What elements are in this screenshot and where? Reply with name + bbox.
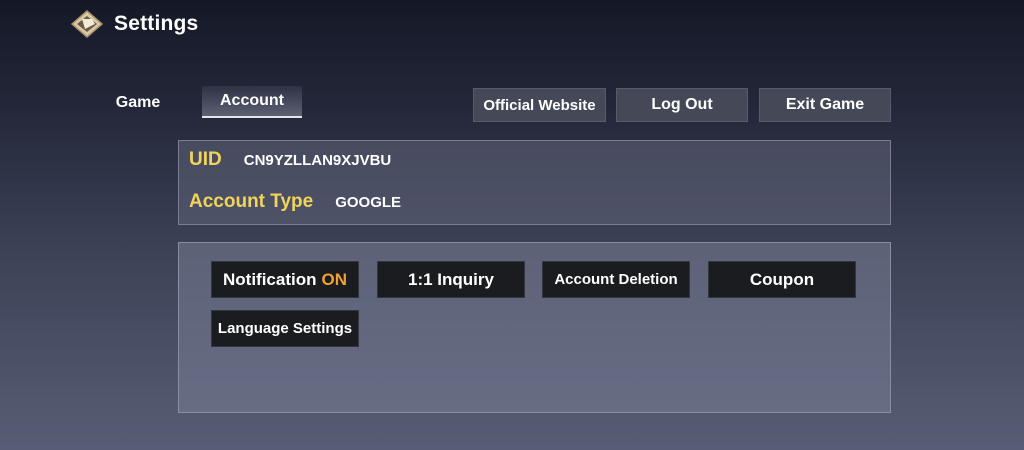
inquiry-button[interactable]: 1:1 Inquiry: [377, 261, 525, 298]
log-out-button[interactable]: Log Out: [616, 88, 748, 122]
page-header: Settings: [70, 8, 198, 40]
official-website-button[interactable]: Official Website: [473, 88, 606, 122]
exit-game-button[interactable]: Exit Game: [759, 88, 891, 122]
uid-value: CN9YZLLAN9XJVBU: [243, 152, 392, 169]
account-type-row: Account Type GOOGLE: [189, 191, 401, 213]
account-options-panel: Notification ON 1:1 Inquiry Account Dele…: [178, 242, 891, 413]
account-type-label: Account Type: [189, 191, 314, 212]
notification-label: Notification: [223, 269, 317, 289]
account-type-value: GOOGLE: [335, 194, 402, 211]
account-deletion-button[interactable]: Account Deletion: [542, 261, 690, 298]
account-info-panel: UID CN9YZLLAN9XJVBU Account Type GOOGLE: [178, 140, 891, 225]
uid-row: UID CN9YZLLAN9XJVBU: [189, 149, 391, 171]
page-title: Settings: [114, 12, 199, 35]
uid-label: UID: [189, 149, 222, 170]
diamond-emblem-icon: [70, 10, 104, 38]
coupon-button[interactable]: Coupon: [708, 261, 856, 298]
notification-toggle-button[interactable]: Notification ON: [211, 261, 359, 298]
language-settings-button[interactable]: Language Settings: [211, 310, 359, 347]
tab-game[interactable]: Game: [100, 88, 176, 118]
tab-account[interactable]: Account: [202, 86, 302, 118]
notification-status: ON: [321, 269, 348, 289]
